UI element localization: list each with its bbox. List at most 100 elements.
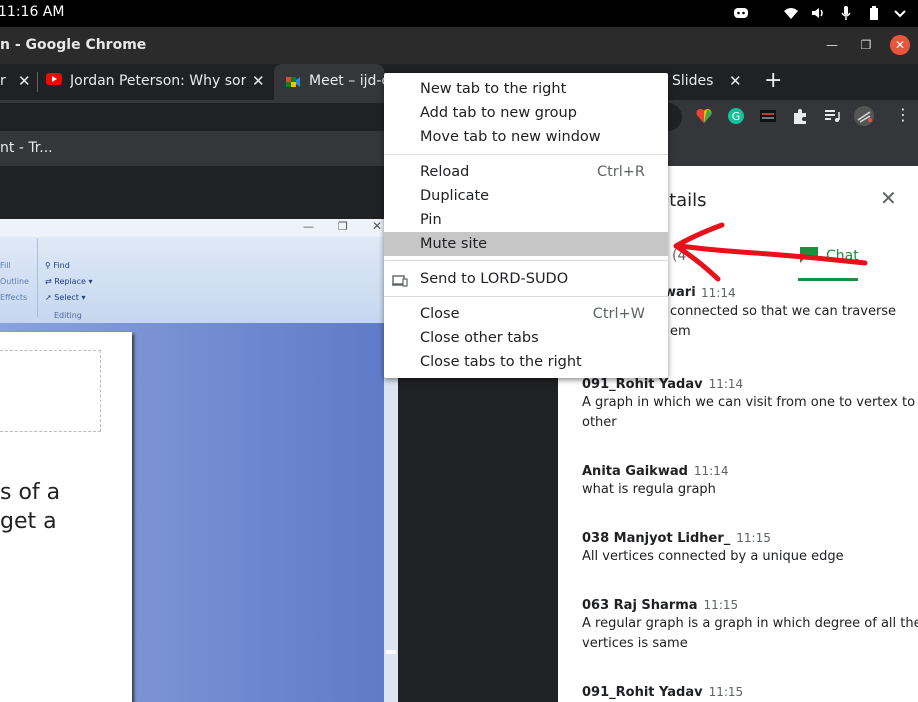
- menu-item-close[interactable]: Close Ctrl+W: [384, 302, 668, 326]
- menu-item-label: Move tab to new window: [420, 129, 601, 145]
- ppt-window-bar: — ❐ ✕: [0, 219, 384, 237]
- youtube-icon: [46, 73, 62, 85]
- discord-icon[interactable]: [733, 5, 749, 21]
- wifi-icon[interactable]: [783, 5, 799, 21]
- slide-text-line: s of a: [0, 480, 61, 505]
- ribbon-divider: [37, 239, 38, 317]
- send-to-device-icon: [392, 272, 408, 287]
- puzzle-extensions-icon[interactable]: [791, 107, 809, 125]
- ppt-outline[interactable]: Outline: [0, 277, 29, 286]
- ppt-replace-label: Replace: [54, 277, 86, 286]
- close-window-icon[interactable]: ✕: [890, 35, 910, 55]
- message-text: vertices is same: [582, 636, 688, 651]
- message-text: other: [582, 415, 617, 430]
- menu-item-reload[interactable]: Reload Ctrl+R: [384, 160, 668, 184]
- power-menu-icon[interactable]: [892, 5, 908, 21]
- ppt-effects[interactable]: Effects: [0, 293, 27, 302]
- minimize-icon[interactable]: —: [822, 35, 842, 55]
- volume-icon[interactable]: [810, 5, 826, 21]
- ppt-minimize-icon[interactable]: —: [303, 220, 314, 233]
- tab-context-menu: New tab to the right Add tab to new grou…: [384, 73, 668, 378]
- tab-label: Jordan Peterson: Why sor: [70, 73, 246, 89]
- battery-icon[interactable]: [866, 5, 882, 21]
- close-tab-icon[interactable]: ✕: [252, 64, 265, 98]
- menu-item-pin[interactable]: Pin: [384, 208, 668, 232]
- tab-label: r: [0, 73, 6, 89]
- menu-item-close-right[interactable]: Close tabs to the right: [384, 350, 668, 374]
- message-text: connected so that we can traverse: [670, 304, 897, 319]
- ppt-ribbon: Fill Outline Effects ⚲ Find ⇄ Replace ▾ …: [0, 237, 384, 323]
- microphone-icon[interactable]: [838, 5, 854, 21]
- message-sender: 091_Rohit Yadav: [582, 685, 703, 700]
- ppt-select-label: Select: [54, 293, 79, 302]
- chat-message: Anita Gaikwad 11:14 what is regula graph: [582, 460, 902, 500]
- ppt-close-icon[interactable]: ✕: [372, 219, 382, 233]
- ppt-select-button[interactable]: ➚ Select ▾: [45, 293, 86, 302]
- ppt-find-button[interactable]: ⚲ Find: [45, 261, 70, 270]
- annotation-arrow: [673, 222, 868, 282]
- ppt-restore-icon[interactable]: ❐: [338, 220, 348, 233]
- menu-item-label: Mute site: [420, 236, 488, 252]
- close-tab-icon[interactable]: ✕: [18, 64, 31, 98]
- menu-separator: [384, 154, 668, 155]
- menu-item-label: Close tabs to the right: [420, 354, 582, 370]
- menu-item-send-to-device[interactable]: Send to LORD-SUDO: [384, 267, 668, 291]
- google-meet-icon: [286, 74, 300, 88]
- slide-placeholder-box: [0, 350, 101, 432]
- menu-separator: [384, 296, 668, 297]
- menu-item-move-to-window[interactable]: Move tab to new window: [384, 125, 668, 149]
- tab-slides[interactable]: Slides ✕: [668, 64, 748, 100]
- menu-item-label: Close: [420, 306, 460, 322]
- menu-item-add-to-group[interactable]: Add tab to new group: [384, 101, 668, 125]
- menu-item-label: Pin: [420, 212, 442, 228]
- tab-partial[interactable]: r ✕: [0, 64, 36, 100]
- tab-label: Slides: [672, 73, 714, 89]
- message-sender: 063 Raj Sharma: [582, 598, 698, 613]
- message-sender: Anita Gaikwad: [582, 464, 688, 479]
- menu-item-duplicate[interactable]: Duplicate: [384, 184, 668, 208]
- scrollbar-thumb[interactable]: [386, 650, 396, 654]
- chat-message: 091_Rohit Yadav 11:15: [582, 681, 902, 700]
- message-sender: 038 Manjyot Lidher_: [582, 531, 731, 546]
- menu-item-mute-site[interactable]: Mute site: [384, 232, 668, 256]
- ppt-scrollbar[interactable]: [384, 323, 398, 702]
- tab-divider: [37, 72, 38, 92]
- shared-powerpoint-window: — ❐ ✕ Fill Outline Effects ⚲ Find ⇄ Repl…: [0, 219, 398, 702]
- message-sender: wari: [664, 285, 696, 300]
- message-text: A graph in which we can visit from one t…: [582, 395, 916, 410]
- system-clock: 11:16 AM: [0, 4, 65, 20]
- tab-meet-active[interactable]: Meet – ijd-c: [274, 64, 389, 100]
- chat-message: 038 Manjyot Lidher_ 11:15 All vertices co…: [582, 527, 902, 567]
- chrome-menu-icon[interactable]: ⋮: [895, 105, 911, 124]
- menu-item-label: New tab to the right: [420, 81, 567, 97]
- ppt-find-label: Find: [53, 261, 70, 270]
- menu-item-label: Duplicate: [420, 188, 490, 204]
- extension-icon[interactable]: [759, 107, 777, 125]
- color-extension-icon[interactable]: [695, 107, 713, 125]
- window-title: n - Google Chrome: [0, 37, 147, 53]
- system-top-bar: 11:16 AM: [0, 0, 918, 27]
- message-text: A regular graph is a graph in which degr…: [582, 616, 918, 631]
- message-text: what is regula graph: [582, 482, 716, 497]
- tab-youtube[interactable]: Jordan Peterson: Why sor ✕: [46, 64, 274, 100]
- message-time: 11:14: [693, 464, 729, 478]
- new-tab-icon[interactable]: +: [764, 68, 782, 93]
- bookmark-item[interactable]: nt - Tr...: [0, 140, 53, 156]
- close-tab-icon[interactable]: ✕: [729, 64, 742, 98]
- chrome-title-bar: n - Google Chrome — ❐ ✕: [0, 27, 918, 64]
- maximize-icon[interactable]: ❐: [856, 35, 876, 55]
- message-text: em: [670, 324, 691, 339]
- message-time: 11:15: [708, 685, 744, 699]
- ppt-replace-button[interactable]: ⇄ Replace ▾: [45, 277, 92, 286]
- grammarly-icon[interactable]: G: [727, 107, 745, 125]
- slide-text-line: get a: [0, 509, 57, 534]
- close-panel-icon[interactable]: ✕: [880, 186, 897, 210]
- menu-item-new-tab-right[interactable]: New tab to the right: [384, 77, 668, 101]
- ppt-fill[interactable]: Fill: [0, 261, 11, 270]
- menu-item-close-other[interactable]: Close other tabs: [384, 326, 668, 350]
- svg-text:G: G: [732, 110, 741, 123]
- menu-item-shortcut: Ctrl+W: [592, 306, 645, 322]
- profile-avatar[interactable]: [853, 105, 875, 127]
- tab-label: Meet – ijd-c: [309, 73, 390, 89]
- media-queue-icon[interactable]: [823, 107, 841, 125]
